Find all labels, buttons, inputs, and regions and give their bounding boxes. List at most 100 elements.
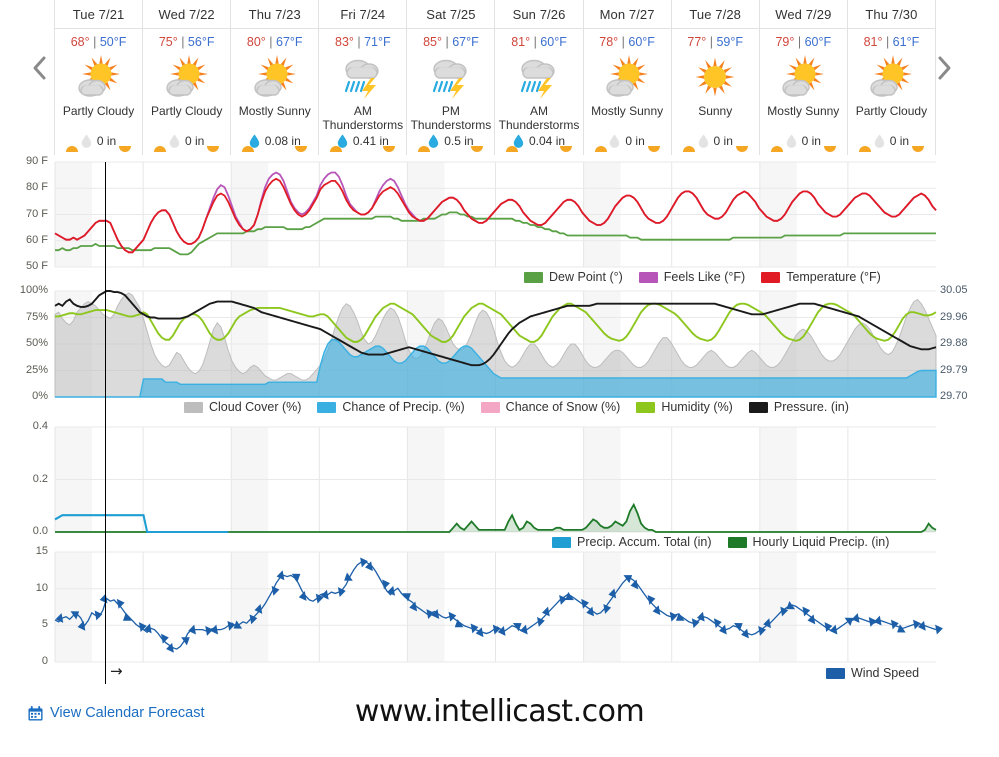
day-column[interactable]: Sun 7/26 81° | 60°F AM Thunderstorms 0.04 … (494, 0, 584, 155)
legend-item[interactable]: Hourly Liquid Precip. (in) (727, 535, 890, 549)
legend-item[interactable]: Pressure. (in) (748, 400, 849, 414)
sunny-icon (687, 53, 743, 101)
day-name: Sat 7/25 (426, 7, 476, 22)
day-high-temp: 85° (423, 35, 442, 49)
legend-label: Temperature (°F) (786, 270, 881, 284)
day-high-temp: 81° (863, 35, 883, 49)
legend-label: Hourly Liquid Precip. (in) (752, 535, 890, 549)
legend-item[interactable]: Chance of Precip. (%) (317, 400, 465, 414)
sunrise-icon (417, 145, 431, 153)
day-temperatures: 68° | 50°F (70, 35, 127, 49)
y-axis-label-right: 29.88 (940, 337, 968, 349)
sunrise-icon (65, 145, 79, 153)
day-condition: PM Thunderstorms (410, 104, 492, 132)
day-column[interactable]: Tue 7/28 77° | 59°F Sunny 0 in (670, 0, 760, 155)
legend-swatch (761, 271, 781, 283)
legend-item[interactable]: Wind Speed (826, 666, 919, 680)
day-temperatures: 81° | 61°F (863, 35, 920, 49)
y-axis-label: 0.0 (32, 525, 48, 537)
day-column[interactable]: Sat 7/25 85° | 67°F PM Thunderstorms 0.5 i… (406, 0, 496, 155)
day-column[interactable]: Thu 7/30 81° | 61°F Partly Cloudy 0 in (846, 0, 936, 155)
legend-label: Chance of Snow (%) (505, 400, 621, 414)
day-low-temp: 56°F (187, 35, 215, 49)
day-condition: Mostly Sunny (238, 104, 311, 118)
prev-days-arrow[interactable] (24, 48, 56, 88)
legend-swatch (727, 536, 747, 548)
day-temperatures: 85° | 67°F (423, 35, 479, 49)
day-condition: Mostly Sunny (767, 104, 840, 118)
legend-label: Chance of Precip. (%) (342, 400, 465, 414)
y-axis-label-right: 29.70 (940, 390, 968, 402)
sunset-icon (911, 145, 925, 153)
mostly-sunny-icon (775, 53, 831, 101)
plot-area (54, 551, 943, 663)
plot-area (54, 426, 937, 534)
day-low-temp: 67°F (452, 35, 479, 49)
sunset-icon (559, 145, 573, 153)
day-temperatures: 77° | 59°F (687, 35, 744, 49)
day-name: Wed 7/29 (775, 7, 832, 22)
day-low-temp: 60°F (540, 35, 567, 49)
legend-item[interactable]: Dew Point (°) (524, 270, 623, 284)
day-column[interactable]: Wed 7/22 75° | 56°F Partly Cloudy 0 in (142, 0, 232, 155)
legend-swatch (826, 667, 845, 679)
day-temperatures: 83° | 71°F (335, 35, 391, 49)
sunset-icon (118, 145, 132, 153)
day-column[interactable]: Fri 7/24 83° | 71°F AM Thunderstorms 0.41 … (318, 0, 408, 155)
y-axis-label: 10 (35, 581, 48, 594)
sunset-icon (647, 145, 661, 153)
day-high-temp: 68° (70, 35, 90, 49)
sun-times (231, 145, 318, 153)
day-name: Sun 7/26 (512, 7, 566, 22)
y-axis-label: 5 (41, 618, 48, 631)
legend-item[interactable]: Chance of Snow (%) (480, 400, 621, 414)
sun-times (55, 145, 142, 153)
day-high-temp: 79° (775, 35, 795, 49)
sun-times (407, 145, 494, 153)
chart-legend: Cloud Cover (%) Chance of Precip. (%) Chan… (178, 398, 855, 416)
day-column[interactable]: Wed 7/29 79° | 60°F Mostly Sunny 0 in (758, 0, 848, 155)
day-temperatures: 80° | 67°F (246, 35, 303, 49)
legend-swatch (524, 271, 543, 283)
day-name: Mon 7/27 (599, 7, 655, 22)
y-axis-label: 0 (41, 655, 48, 667)
legend-item[interactable]: Feels Like (°F) (638, 270, 746, 284)
legend-label: Cloud Cover (%) (209, 400, 302, 414)
sun-times (495, 145, 582, 153)
legend-item[interactable]: Cloud Cover (%) (184, 400, 301, 414)
day-temperatures: 75° | 56°F (158, 35, 215, 49)
y-axis-label: 75% (25, 310, 48, 323)
legend-item[interactable]: Precip. Accum. Total (in) (552, 535, 712, 549)
y-axis-label: 0% (32, 390, 48, 402)
sunset-icon (735, 145, 749, 153)
legend-item[interactable]: Humidity (%) (636, 400, 733, 414)
day-temperatures: 81° | 60°F (511, 35, 567, 49)
chart-legend: Dew Point (°) Feels Like (°F) Temperature … (518, 268, 887, 286)
day-condition: Partly Cloudy (62, 104, 135, 118)
sunrise-icon (594, 145, 608, 153)
sunrise-icon (858, 145, 872, 153)
day-condition: Partly Cloudy (855, 104, 928, 118)
sun-times (584, 145, 671, 153)
day-high-temp: 80° (246, 35, 266, 49)
sunset-icon (294, 145, 308, 153)
y-axis-label-right: 29.96 (940, 310, 968, 323)
day-column[interactable]: Tue 7/21 68° | 50°F Partly Cloudy 0 in (54, 0, 144, 155)
legend-label: Dew Point (°) (549, 270, 623, 284)
day-low-temp: 60°F (628, 35, 655, 49)
day-name: Thu 7/23 (248, 7, 301, 22)
legend-swatch (317, 401, 337, 413)
sunrise-icon (241, 145, 255, 153)
y-axis-label-right: 30.05 (940, 284, 968, 296)
legend-item[interactable]: Temperature (°F) (761, 270, 881, 284)
legend-swatch (552, 536, 571, 548)
thunderstorm-icon (423, 53, 479, 101)
sun-times (672, 145, 759, 153)
day-column[interactable]: Thu 7/23 80° | 67°F Mostly Sunny 0.08 in (230, 0, 320, 155)
sunrise-icon (682, 145, 696, 153)
y-axis-label: 90 F (25, 155, 48, 167)
day-condition: Mostly Sunny (591, 104, 664, 118)
day-condition: Partly Cloudy (150, 104, 223, 118)
day-column[interactable]: Mon 7/27 78° | 60°F Mostly Sunny 0 in (582, 0, 672, 155)
legend-label: Feels Like (°F) (663, 270, 746, 284)
